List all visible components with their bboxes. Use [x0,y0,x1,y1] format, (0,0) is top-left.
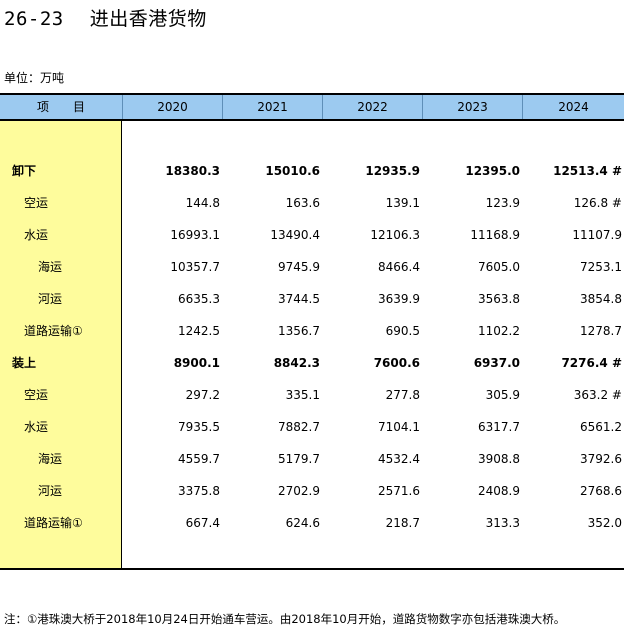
row-value: 6635.3 [178,292,220,306]
table-row: 海运 10357.7 9745.9 8466.4 7605.0 7253.1 [0,251,624,283]
data-table: 项 目 2020 2021 2022 2023 2024 卸下 18380.3 15… [0,93,624,570]
row-value: 1356.7 [278,324,320,338]
row-value: 8842.3 [273,356,320,370]
row-value: 6937.0 [473,356,520,370]
row-value: 3908.8 [478,452,520,466]
table-header: 项 目 2020 2021 2022 2023 2024 [0,93,624,121]
row-value: 4559.7 [178,452,220,466]
row-value: 667.4 [185,516,220,530]
row-label: 水运 [24,228,49,242]
row-value: 690.5 [385,324,420,338]
row-value: 3639.9 [378,292,420,306]
row-value: 2702.9 [278,484,320,498]
row-label: 河运 [38,292,63,306]
row-value: 123.9 [485,196,520,210]
row-label: 卸下 [12,164,37,178]
row-value: 3744.5 [278,292,320,306]
row-value: 13490.4 [270,228,320,242]
row-value: 2571.6 [378,484,420,498]
row-value: 139.1 [385,196,420,210]
unit-label: 单位：万吨 [4,71,65,85]
row-value: 10357.7 [170,260,220,274]
table-row: 河运 3375.8 2702.9 2571.6 2408.9 2768.6 [0,475,624,507]
row-value: 4532.4 [378,452,420,466]
table-row: 水运 16993.1 13490.4 12106.3 11168.9 11107.9 [0,219,624,251]
table-row: 水运 7935.5 7882.7 7104.1 6317.7 6561.2 [0,411,624,443]
row-value: 3563.8 [478,292,520,306]
row-value: 12935.9 [365,164,420,178]
header-year: 2020 [122,95,222,119]
table-title: 进出香港货物 [89,8,207,30]
row-value: 7882.7 [278,420,320,434]
row-value: 8466.4 [378,260,420,274]
page-title: 26-23 进出香港货物 [4,4,207,31]
row-label: 海运 [38,452,63,466]
row-value: 7935.5 [178,420,220,434]
row-value: 144.8 [185,196,220,210]
row-value: 313.3 [485,516,520,530]
table-row: 海运 4559.7 5179.7 4532.4 3908.8 3792.6 [0,443,624,475]
row-label: 道路运输① [24,516,83,530]
row-label: 河运 [38,484,63,498]
row-label: 空运 [24,196,49,210]
row-value: 9745.9 [278,260,320,274]
row-value: 7605.0 [478,260,520,274]
header-year: 2021 [222,95,322,119]
row-value: 16993.1 [170,228,220,242]
table-row: 空运 144.8 163.6 139.1 123.9 126.8 # [0,187,624,219]
row-value: 3375.8 [178,484,220,498]
table-row: 道路运输① 1242.5 1356.7 690.5 1102.2 1278.7 [0,315,624,347]
row-value: 18380.3 [165,164,220,178]
row-value: 12513.4 # [553,164,622,178]
row-value: 12106.3 [370,228,420,242]
row-value: 7253.1 [580,260,622,274]
row-value: 2768.6 [580,484,622,498]
row-value: 2408.9 [478,484,520,498]
row-value: 5179.7 [278,452,320,466]
header-year: 2023 [422,95,522,119]
row-value: 11107.9 [572,228,622,242]
row-value: 7104.1 [378,420,420,434]
row-value: 8900.1 [173,356,220,370]
row-value: 1102.2 [478,324,520,338]
row-value: 7600.6 [373,356,420,370]
row-value: 15010.6 [265,164,320,178]
row-value: 11168.9 [470,228,520,242]
row-value: 624.6 [285,516,320,530]
row-label: 空运 [24,388,49,402]
table-row: 装上 8900.1 8842.3 7600.6 6937.0 7276.4 # [0,347,624,379]
row-label: 海运 [38,260,63,274]
row-value: 297.2 [185,388,220,402]
row-value: 363.2 # [573,388,622,402]
row-value: 335.1 [285,388,320,402]
row-value: 1278.7 [580,324,622,338]
row-label: 水运 [24,420,49,434]
table-row: 道路运输① 667.4 624.6 218.7 313.3 352.0 [0,507,624,539]
row-value: 7276.4 # [561,356,622,370]
row-value: 126.8 # [573,196,622,210]
table-number: 26-23 [4,8,64,30]
row-value: 6561.2 [580,420,622,434]
row-value: 305.9 [485,388,520,402]
table-row: 卸下 18380.3 15010.6 12935.9 12395.0 12513.4 # [0,155,624,187]
row-label: 道路运输① [24,324,83,338]
row-value: 3854.8 [580,292,622,306]
row-value: 163.6 [285,196,320,210]
header-year: 2022 [322,95,422,119]
row-label: 装上 [12,356,37,370]
row-value: 277.8 [385,388,420,402]
row-value: 352.0 [587,516,622,530]
table-bottom-rule [0,568,624,570]
row-value: 12395.0 [465,164,520,178]
header-year: 2024 [522,95,624,119]
row-value: 218.7 [385,516,420,530]
footnote: 注：①港珠澳大桥于2018年10月24日开始通车营运。由2018年10月开始，道… [4,612,566,626]
header-item: 项 目 [36,100,85,114]
table-row: 河运 6635.3 3744.5 3639.9 3563.8 3854.8 [0,283,624,315]
table-row: 空运 297.2 335.1 277.8 305.9 363.2 # [0,379,624,411]
row-value: 6317.7 [478,420,520,434]
row-value: 1242.5 [178,324,220,338]
row-value: 3792.6 [580,452,622,466]
